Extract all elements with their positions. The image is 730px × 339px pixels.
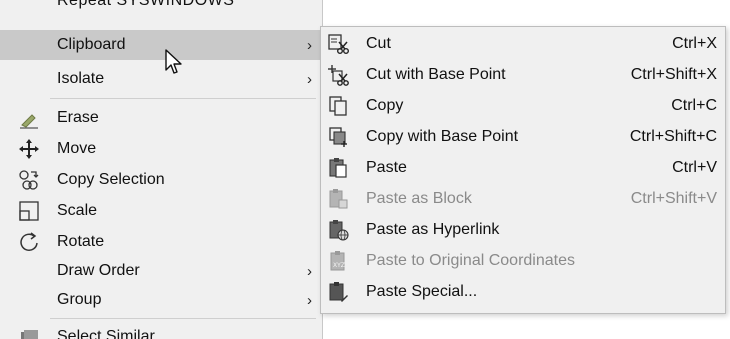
- submenu-item-paste-hyperlink[interactable]: Paste as Hyperlink: [321, 215, 725, 245]
- submenu-item-paste-special-label: Paste Special...: [366, 283, 478, 300]
- menu-item-repeat[interactable]: Repeat SYSWINDOWS: [0, 0, 322, 13]
- paste-icon: [327, 157, 349, 179]
- shortcut-label: Ctrl+C: [671, 97, 717, 114]
- rotate-icon: [18, 231, 40, 253]
- submenu-item-copy-label: Copy: [366, 97, 404, 114]
- menu-item-erase[interactable]: Erase: [0, 103, 322, 133]
- mouse-pointer-icon: [165, 49, 182, 74]
- menu-item-group-label: Group: [57, 291, 102, 308]
- submenu-item-cut[interactable]: Cut Ctrl+X: [321, 29, 725, 59]
- submenu-item-copy[interactable]: Copy Ctrl+C: [321, 91, 725, 121]
- chevron-right-icon: ›: [307, 291, 312, 309]
- submenu-item-paste-hyperlink-label: Paste as Hyperlink: [366, 221, 500, 238]
- submenu-item-paste-original-coords[interactable]: XYZ Paste to Original Coordinates: [321, 246, 725, 276]
- menu-item-select-similar-label: Select Similar: [57, 328, 155, 339]
- copy-icon: [327, 95, 349, 117]
- chevron-right-icon: ›: [307, 36, 312, 54]
- svg-text:XYZ: XYZ: [333, 262, 345, 269]
- menu-separator: [50, 318, 316, 319]
- menu-item-rotate[interactable]: Rotate: [0, 227, 322, 257]
- menu-item-scale[interactable]: Scale: [0, 196, 322, 226]
- menu-item-repeat-label: Repeat SYSWINDOWS: [57, 0, 235, 9]
- shortcut-label: Ctrl+Shift+X: [630, 66, 717, 83]
- paste-block-icon: [327, 188, 349, 210]
- submenu-item-paste-original-coords-label: Paste to Original Coordinates: [366, 252, 575, 269]
- submenu-item-copy-base-point[interactable]: Copy with Base Point Ctrl+Shift+C: [321, 122, 725, 152]
- scale-icon: [18, 200, 40, 222]
- context-menu: Repeat SYSWINDOWS Clipboard › Isolate › …: [0, 0, 323, 339]
- select-similar-icon: [18, 326, 40, 339]
- menu-item-isolate[interactable]: Isolate ›: [0, 64, 322, 94]
- submenu-item-cut-label: Cut: [366, 35, 391, 52]
- menu-item-clipboard-label: Clipboard: [57, 36, 126, 53]
- menu-item-draw-order[interactable]: Draw Order ›: [0, 256, 322, 286]
- menu-item-isolate-label: Isolate: [57, 70, 105, 87]
- shortcut-label: Ctrl+X: [672, 35, 717, 52]
- menu-item-move-label: Move: [57, 140, 97, 157]
- shortcut-label: Ctrl+V: [672, 159, 717, 176]
- menu-item-clipboard[interactable]: Clipboard ›: [0, 30, 322, 60]
- submenu-item-paste-block[interactable]: Paste as Block Ctrl+Shift+V: [321, 184, 725, 214]
- cut-icon: [327, 33, 349, 55]
- menu-item-copy-selection[interactable]: Copy Selection: [0, 165, 322, 195]
- menu-item-scale-label: Scale: [57, 202, 98, 219]
- menu-item-rotate-label: Rotate: [57, 233, 105, 250]
- cut-base-point-icon: [327, 64, 349, 86]
- paste-original-coords-icon: XYZ: [327, 250, 349, 272]
- submenu-item-cut-base-point[interactable]: Cut with Base Point Ctrl+Shift+X: [321, 60, 725, 90]
- menu-item-copy-selection-label: Copy Selection: [57, 171, 165, 188]
- move-icon: [18, 138, 40, 160]
- menu-item-draw-order-label: Draw Order: [57, 262, 140, 279]
- menu-item-select-similar[interactable]: Select Similar: [0, 322, 322, 339]
- eraser-icon: [18, 107, 40, 129]
- submenu-item-paste-special[interactable]: Paste Special...: [321, 277, 725, 307]
- copy-base-point-icon: [327, 126, 349, 148]
- clipboard-submenu: Cut Ctrl+X Cut with Base Point Ctrl+Shif…: [320, 26, 726, 314]
- paste-hyperlink-icon: [327, 219, 349, 241]
- menu-item-group[interactable]: Group ›: [0, 285, 322, 315]
- submenu-item-paste-block-label: Paste as Block: [366, 190, 472, 207]
- copy-selection-icon: [18, 169, 40, 191]
- submenu-item-paste[interactable]: Paste Ctrl+V: [321, 153, 725, 183]
- menu-item-move[interactable]: Move: [0, 134, 322, 164]
- menu-item-erase-label: Erase: [57, 109, 99, 126]
- submenu-item-copy-base-point-label: Copy with Base Point: [366, 128, 519, 145]
- paste-special-icon: [327, 281, 349, 303]
- submenu-item-cut-base-point-label: Cut with Base Point: [366, 66, 506, 83]
- chevron-right-icon: ›: [307, 262, 312, 280]
- shortcut-label: Ctrl+Shift+V: [630, 190, 717, 207]
- shortcut-label: Ctrl+Shift+C: [629, 128, 717, 145]
- menu-separator: [50, 98, 316, 99]
- chevron-right-icon: ›: [307, 70, 312, 88]
- submenu-item-paste-label: Paste: [366, 159, 407, 176]
